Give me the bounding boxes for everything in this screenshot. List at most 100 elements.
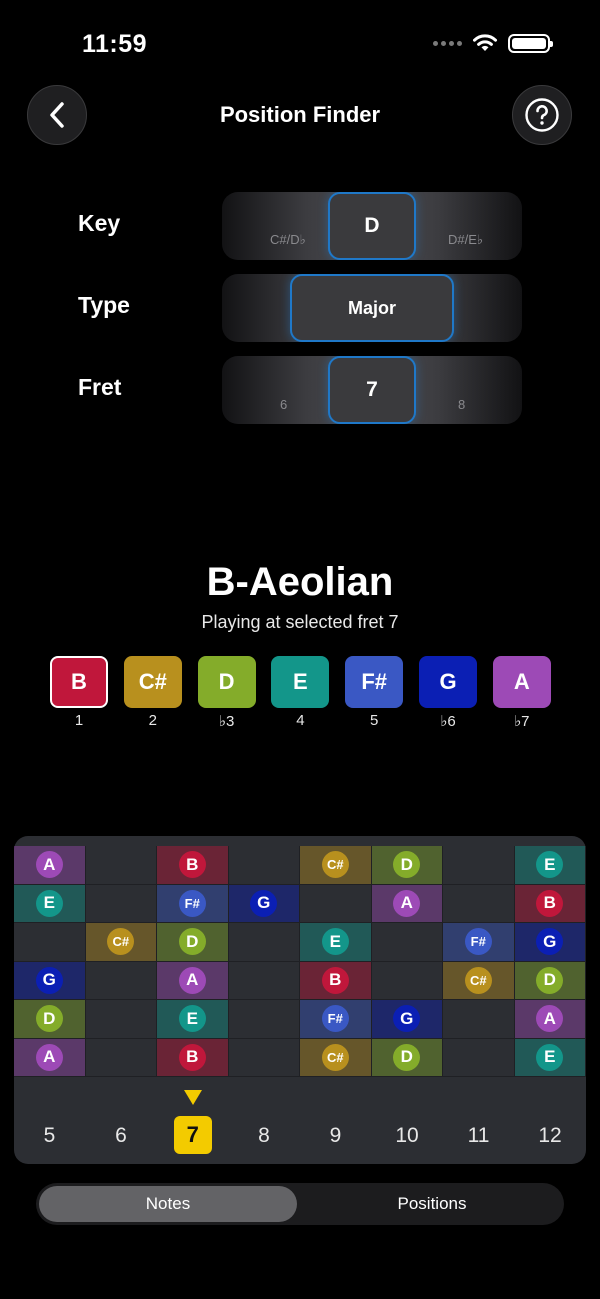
fret-number[interactable]: 6 xyxy=(86,1124,157,1148)
fretboard-cell[interactable] xyxy=(14,923,86,962)
scale-degree-label: 4 xyxy=(296,712,305,729)
selected-fret-number[interactable]: 7 xyxy=(173,1116,212,1154)
scale-note-chip[interactable]: B xyxy=(50,656,108,708)
fretboard-cell[interactable]: A xyxy=(514,1000,586,1039)
scale-note-chip[interactable]: D xyxy=(197,656,256,708)
fretboard-cell[interactable] xyxy=(443,1000,515,1039)
fretboard-cell[interactable]: B xyxy=(157,1038,229,1077)
fretboard-cell[interactable]: B xyxy=(157,846,229,885)
fretboard-cell[interactable] xyxy=(300,884,372,923)
positions-tab[interactable]: Positions xyxy=(303,1186,561,1222)
scale-note-chip[interactable]: G xyxy=(419,656,477,708)
fret-label: Fret xyxy=(78,374,122,400)
fretboard-note-dot: A xyxy=(536,1005,564,1033)
fretboard-note-dot: D xyxy=(35,1005,63,1033)
fretboard-cell[interactable]: D xyxy=(514,961,586,1000)
fretboard-cell[interactable] xyxy=(228,1000,300,1039)
wifi-icon xyxy=(473,34,497,51)
view-mode-segmented-control: Notes Positions xyxy=(36,1183,564,1225)
type-picker[interactable]: Major xyxy=(222,274,522,342)
fret-number[interactable]: 12 xyxy=(515,1124,586,1148)
fret-picker[interactable]: 6 7 8 xyxy=(222,356,522,424)
key-selected-value[interactable]: D xyxy=(328,192,416,260)
fret-number[interactable]: 11 xyxy=(443,1124,514,1148)
fretboard-cell[interactable]: G xyxy=(228,884,300,923)
fretboard-note-dot: E xyxy=(178,1005,206,1033)
fretboard-cell[interactable] xyxy=(85,1038,157,1077)
fretboard-cell[interactable] xyxy=(85,1000,157,1039)
fretboard-cell[interactable] xyxy=(443,846,515,885)
fretboard-cell[interactable] xyxy=(85,884,157,923)
fretboard-cell[interactable] xyxy=(443,1038,515,1077)
fretboard-cell[interactable] xyxy=(85,961,157,1000)
scale-degree-label: 2 xyxy=(148,712,157,729)
fretboard-note-dot: B xyxy=(178,851,206,879)
fretboard-cell[interactable]: E xyxy=(300,923,372,962)
fretboard-cell[interactable] xyxy=(443,884,515,923)
fretboard-note-dot: F# xyxy=(321,1005,349,1033)
type-selected-value[interactable]: Major xyxy=(290,274,454,342)
fretboard-cell[interactable]: A xyxy=(14,1038,86,1077)
fretboard-note-dot: G xyxy=(393,1005,421,1033)
fretboard-cell[interactable]: C# xyxy=(300,1038,372,1077)
fret-number[interactable]: 5 xyxy=(14,1124,85,1148)
fretboard-cell[interactable]: E xyxy=(157,1000,229,1039)
fretboard-cell[interactable]: F# xyxy=(157,884,229,923)
notes-tab[interactable]: Notes xyxy=(39,1186,297,1222)
fretboard-cell[interactable]: C# xyxy=(443,961,515,1000)
fretboard-cell[interactable]: F# xyxy=(443,923,515,962)
fretboard-cell[interactable]: E xyxy=(14,884,86,923)
fretboard-cell[interactable]: B xyxy=(514,884,586,923)
fretboard-cell[interactable]: G xyxy=(371,1000,443,1039)
fretboard-cell[interactable]: A xyxy=(14,846,86,885)
cellular-signal-icon xyxy=(433,40,462,46)
fretboard-note-dot: D xyxy=(393,851,421,879)
fretboard-cell[interactable]: E xyxy=(514,846,586,885)
scale-note-chip[interactable]: F# xyxy=(345,656,404,708)
fret-next-option[interactable]: 8 xyxy=(458,397,465,412)
fretboard-note-dot: G xyxy=(35,966,63,994)
fretboard-cell[interactable]: D xyxy=(371,846,443,885)
fretboard[interactable]: A B C# D E E F# G A B C# D E F# G G A B C# D D E F# G A A B C# D E xyxy=(14,836,586,1164)
fretboard-note-dot: E xyxy=(536,1043,564,1071)
scale-note-chip[interactable]: A xyxy=(492,656,551,708)
fretboard-cell[interactable] xyxy=(228,1038,300,1077)
fretboard-note-dot: C# xyxy=(321,1043,349,1071)
fretboard-note-dot: F# xyxy=(178,889,206,917)
help-button[interactable] xyxy=(512,85,572,145)
fretboard-cell[interactable] xyxy=(228,923,300,962)
fret-selected-value[interactable]: 7 xyxy=(328,356,416,424)
fretboard-cell[interactable]: D xyxy=(14,1000,86,1039)
fretboard-cell[interactable]: G xyxy=(14,961,86,1000)
selected-fret-marker-icon xyxy=(184,1090,202,1105)
fretboard-cell[interactable]: A xyxy=(157,961,229,1000)
fretboard-cell[interactable] xyxy=(228,961,300,1000)
fretboard-note-dot: E xyxy=(536,851,564,879)
type-picker-row: Type Major xyxy=(0,274,600,342)
fretboard-cell[interactable]: D xyxy=(371,1038,443,1077)
fretboard-cell[interactable]: E xyxy=(514,1038,586,1077)
fretboard-cell[interactable] xyxy=(371,923,443,962)
key-picker[interactable]: C#/D♭ D D#/E♭ xyxy=(222,192,522,260)
key-next-option[interactable]: D#/E♭ xyxy=(448,232,483,248)
key-prev-option[interactable]: C#/D♭ xyxy=(270,232,306,248)
scale-note-chip[interactable]: C# xyxy=(123,656,182,708)
scale-note-chip[interactable]: E xyxy=(271,656,330,708)
fretboard-cell[interactable]: B xyxy=(300,961,372,1000)
fretboard-cell[interactable]: A xyxy=(371,884,443,923)
fretboard-cell[interactable]: G xyxy=(514,923,586,962)
fretboard-cell[interactable]: D xyxy=(157,923,229,962)
scale-subtitle: Playing at selected fret 7 xyxy=(201,612,399,632)
fretboard-note-dot: G xyxy=(250,889,278,917)
fretboard-note-dot: C# xyxy=(321,851,349,879)
fretboard-cell[interactable]: F# xyxy=(300,1000,372,1039)
fretboard-cell[interactable]: C# xyxy=(300,846,372,885)
fretboard-cell[interactable] xyxy=(371,961,443,1000)
fret-number[interactable]: 8 xyxy=(229,1124,300,1148)
fretboard-cell[interactable] xyxy=(85,846,157,885)
fret-prev-option[interactable]: 6 xyxy=(280,397,287,412)
fretboard-cell[interactable] xyxy=(228,846,300,885)
fret-number[interactable]: 9 xyxy=(300,1124,371,1148)
fretboard-cell[interactable]: C# xyxy=(85,923,157,962)
fret-number[interactable]: 10 xyxy=(372,1124,443,1148)
